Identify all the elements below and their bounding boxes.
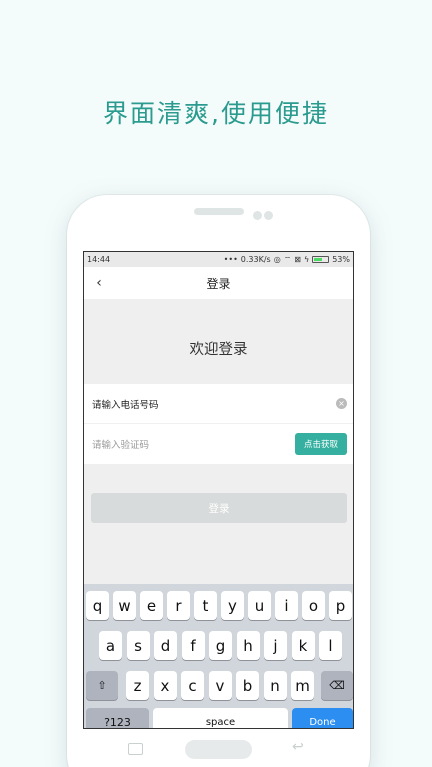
status-time: 14:44 [87,255,111,264]
key-s[interactable]: s [126,631,150,660]
back-icon[interactable]: ‹ [90,274,108,292]
code-input-placeholder: 请输入验证码 [92,440,150,451]
signal-dots: ••• [223,255,238,264]
battery-icon [312,256,330,263]
sim-icon: ⊠ [294,255,301,264]
key-r[interactable]: r [167,591,190,620]
phone-mockup: 14:44 ••• 0.33K/s ◎ ⌔ ⊠ ϟ 53% ‹ 登录 欢迎登录 … [67,195,370,767]
key-l[interactable]: l [319,631,342,660]
key-e[interactable]: e [140,591,163,620]
delete-key[interactable]: ⌫ [321,671,353,700]
key-u[interactable]: u [248,591,271,620]
battery-percent: 53% [332,255,350,264]
home-button[interactable] [185,740,252,759]
key-f[interactable]: f [181,631,205,660]
key-k[interactable]: k [291,631,315,660]
keyboard: qwertyuiop asdfghjkl ⇧ ⌫ zxcvbnm ?123 sp… [84,584,353,728]
back-arrow-icon[interactable]: ↩ [292,739,304,755]
phone-sensor [253,211,262,220]
phone-speaker [194,208,244,215]
key-b[interactable]: b [236,671,259,700]
key-w[interactable]: w [113,591,136,620]
key-n[interactable]: n [263,671,287,700]
headline: 界面清爽,使用便捷 [103,99,329,128]
key-q[interactable]: q [86,591,109,620]
login-button[interactable]: 登录 [91,493,347,523]
status-bar: 14:44 ••• 0.33K/s ◎ ⌔ ⊠ ϟ 53% [84,252,353,267]
status-right: ••• 0.33K/s ◎ ⌔ ⊠ ϟ 53% [224,255,350,265]
nav-bar: ‹ 登录 [84,267,353,299]
soft-keys: ↩ [67,735,370,765]
phone-screen: 14:44 ••• 0.33K/s ◎ ⌔ ⊠ ϟ 53% ‹ 登录 欢迎登录 … [83,251,354,729]
get-code-button[interactable]: 点击获取 [295,433,347,455]
key-v[interactable]: v [208,671,232,700]
clear-icon[interactable]: × [336,398,347,409]
done-key[interactable]: Done [292,708,353,728]
phone-input[interactable]: 请输入电话号码 × [84,384,353,424]
wifi-icon: ⌔ [283,254,292,264]
key-z[interactable]: z [126,671,149,700]
alarm-icon: ◎ [273,255,281,264]
key-h[interactable]: h [236,631,260,660]
phone-input-value: 请输入电话号码 [92,399,159,411]
key-i[interactable]: i [275,591,298,620]
phone-camera [264,211,273,220]
key-j[interactable]: j [264,631,287,660]
key-t[interactable]: t [194,591,217,620]
recent-apps-icon[interactable] [128,743,143,755]
key-d[interactable]: d [154,631,177,660]
key-p[interactable]: p [329,591,352,620]
space-key[interactable]: space [153,708,288,728]
welcome-text: 欢迎登录 [189,342,248,358]
key-m[interactable]: m [291,671,314,700]
key-x[interactable]: x [153,671,177,700]
battery-level [314,258,323,261]
key-g[interactable]: g [209,631,232,660]
key-a[interactable]: a [99,631,122,660]
network-speed: 0.33K/s [240,255,271,264]
key-o[interactable]: o [302,591,325,620]
page-title: 登录 [206,276,231,291]
numbers-key[interactable]: ?123 [86,708,149,728]
shift-key[interactable]: ⇧ [86,671,118,700]
code-input[interactable]: 请输入验证码 点击获取 [84,424,353,464]
key-c[interactable]: c [181,671,204,700]
charging-icon: ϟ [303,255,310,264]
key-y[interactable]: y [221,591,244,620]
